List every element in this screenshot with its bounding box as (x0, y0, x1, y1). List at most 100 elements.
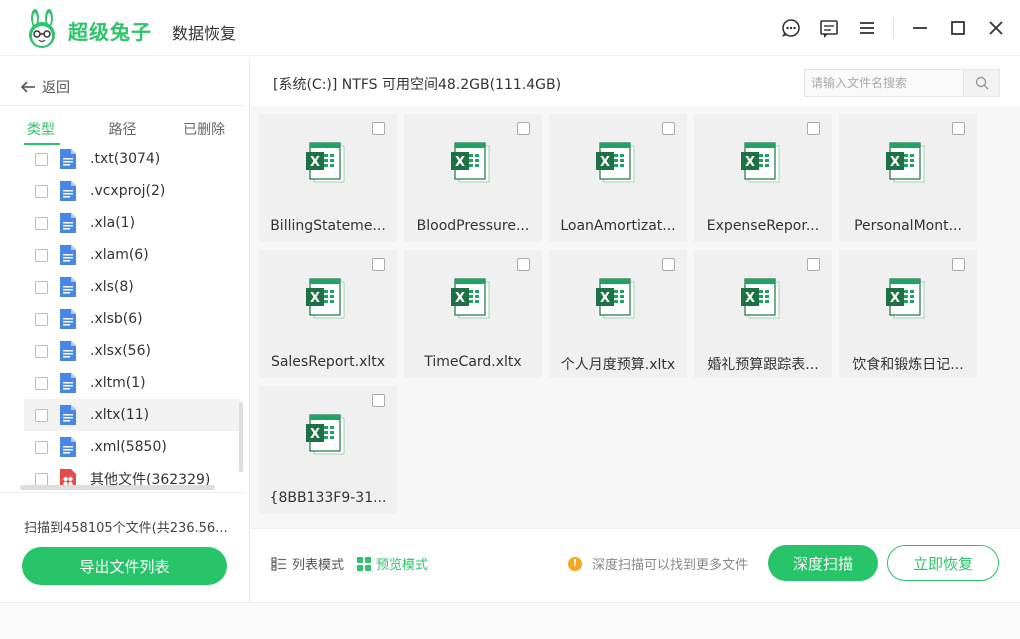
file-browser-panel: [系统(C:)] NTFS 可用空间48.2GB(111.4GB) X Bill… (251, 57, 1020, 602)
file-name: LoanAmortizat... (560, 218, 676, 234)
file-card[interactable]: X TimeCard.xltx (404, 250, 542, 378)
list-item[interactable]: .vcxproj(2) (24, 175, 240, 207)
checkbox[interactable] (952, 258, 965, 271)
file-card[interactable]: X 个人月度预算.xltx (549, 250, 687, 378)
tab-deleted[interactable]: 已删除 (163, 119, 245, 145)
deep-scan-tip: ! 深度扫描可以找到更多文件 (568, 554, 748, 573)
file-name: TimeCard.xltx (424, 354, 522, 370)
list-item-label: .xlsb(6) (90, 311, 143, 327)
maximize-icon[interactable] (946, 16, 970, 40)
excel-file-icon: X (306, 278, 345, 319)
list-item[interactable]: .xlam(6) (24, 239, 240, 271)
close-icon[interactable] (984, 16, 1008, 40)
deep-scan-button[interactable]: 深度扫描 (768, 545, 878, 581)
file-card[interactable]: X SalesReport.xltx (259, 250, 397, 378)
recover-now-button[interactable]: 立即恢复 (887, 545, 999, 581)
checkbox[interactable] (952, 122, 965, 135)
checkbox[interactable] (372, 122, 385, 135)
checkbox[interactable] (35, 440, 48, 454)
file-name: SalesReport.xltx (270, 354, 386, 370)
checkbox[interactable] (35, 312, 48, 326)
file-card[interactable]: X BloodPressure... (404, 114, 542, 242)
excel-file-icon: X (886, 142, 925, 183)
rabbit-logo-icon (29, 9, 55, 48)
list-item[interactable]: .txt(3074) (24, 143, 240, 175)
checkbox[interactable] (517, 258, 530, 271)
checkbox[interactable] (35, 248, 48, 262)
checkbox[interactable] (35, 184, 48, 198)
file-card[interactable]: X 饮食和锻炼日记... (839, 250, 977, 378)
window-controls (765, 16, 1008, 40)
file-name: 个人月度预算.xltx (560, 357, 676, 373)
list-item[interactable]: .xltm(1) (24, 367, 240, 399)
svg-text:X: X (890, 155, 900, 170)
svg-text:X: X (455, 155, 465, 170)
list-item[interactable]: .xml(5850) (24, 431, 240, 463)
drive-path: [系统(C:)] NTFS 可用空间48.2GB(111.4GB) (273, 77, 562, 93)
file-card[interactable]: X BillingStateme... (259, 114, 397, 242)
document-icon (60, 213, 76, 233)
checkbox[interactable] (662, 258, 675, 271)
export-list-button[interactable]: 导出文件列表 (22, 547, 227, 585)
excel-file-icon: X (451, 278, 490, 319)
file-card[interactable]: X {8BB133F9-31... (259, 386, 397, 514)
list-view-icon (271, 556, 286, 571)
minimize-icon[interactable] (908, 16, 932, 40)
search-input[interactable] (805, 70, 963, 96)
list-item[interactable]: .xls(8) (24, 271, 240, 303)
checkbox[interactable] (35, 376, 48, 390)
checkbox[interactable] (35, 152, 48, 166)
file-card[interactable]: X PersonalMont... (839, 114, 977, 242)
svg-text:X: X (890, 291, 900, 306)
file-name: BillingStateme... (270, 218, 386, 234)
checkbox[interactable] (807, 258, 820, 271)
feedback-icon[interactable] (817, 16, 841, 40)
file-name: PersonalMont... (854, 218, 962, 234)
file-card[interactable]: X ExpenseRepor... (694, 114, 832, 242)
checkbox[interactable] (35, 280, 48, 294)
svg-text:X: X (455, 291, 465, 306)
checkbox[interactable] (35, 408, 48, 422)
search-button[interactable] (963, 70, 999, 96)
file-card[interactable]: X 婚礼预算跟踪表... (694, 250, 832, 378)
document-icon (60, 181, 76, 201)
search-box (804, 69, 1000, 97)
divider (0, 492, 245, 493)
tab-path[interactable]: 路径 (82, 119, 164, 145)
info-icon: ! (568, 556, 582, 571)
checkbox[interactable] (517, 122, 530, 135)
list-item[interactable]: .xlsb(6) (24, 303, 240, 335)
list-item-label: .xltx(11) (90, 407, 150, 423)
tip-text: 深度扫描可以找到更多文件 (592, 558, 749, 573)
support-chat-icon[interactable] (779, 16, 803, 40)
list-item[interactable]: .xla(1) (24, 207, 240, 239)
menu-icon[interactable] (855, 16, 879, 40)
action-bar: 列表模式 预览模式 ! 深度扫描可以找到更多文件 深度扫描 立即恢复 (251, 528, 1020, 602)
list-mode-toggle[interactable]: 列表模式 (271, 554, 344, 573)
list-item-label: .txt(3074) (90, 151, 161, 167)
file-name: {8BB133F9-31... (269, 490, 387, 506)
back-button[interactable]: 返回 (20, 77, 70, 97)
tab-type[interactable]: 类型 (0, 119, 82, 145)
checkbox[interactable] (662, 122, 675, 135)
file-card[interactable]: X LoanAmortizat... (549, 114, 687, 242)
checkbox[interactable] (807, 122, 820, 135)
app-brand: 超级兔子 (68, 20, 152, 44)
checkbox[interactable] (35, 472, 48, 486)
vertical-scrollbar[interactable] (239, 402, 243, 472)
preview-mode-toggle[interactable]: 预览模式 (357, 554, 428, 573)
svg-text:X: X (600, 291, 610, 306)
list-item-selected[interactable]: .xltx(11) (24, 399, 240, 431)
list-item-label: .xls(8) (90, 279, 134, 295)
checkbox[interactable] (372, 258, 385, 271)
checkbox[interactable] (372, 394, 385, 407)
excel-file-icon: X (741, 278, 780, 319)
list-item[interactable]: .xlsx(56) (24, 335, 240, 367)
horizontal-scrollbar[interactable] (20, 485, 215, 490)
divider (0, 105, 245, 106)
checkbox[interactable] (35, 216, 48, 230)
document-icon (60, 309, 76, 329)
list-item-label: .xml(5850) (90, 439, 167, 455)
checkbox[interactable] (35, 344, 48, 358)
excel-file-icon: X (596, 142, 635, 183)
